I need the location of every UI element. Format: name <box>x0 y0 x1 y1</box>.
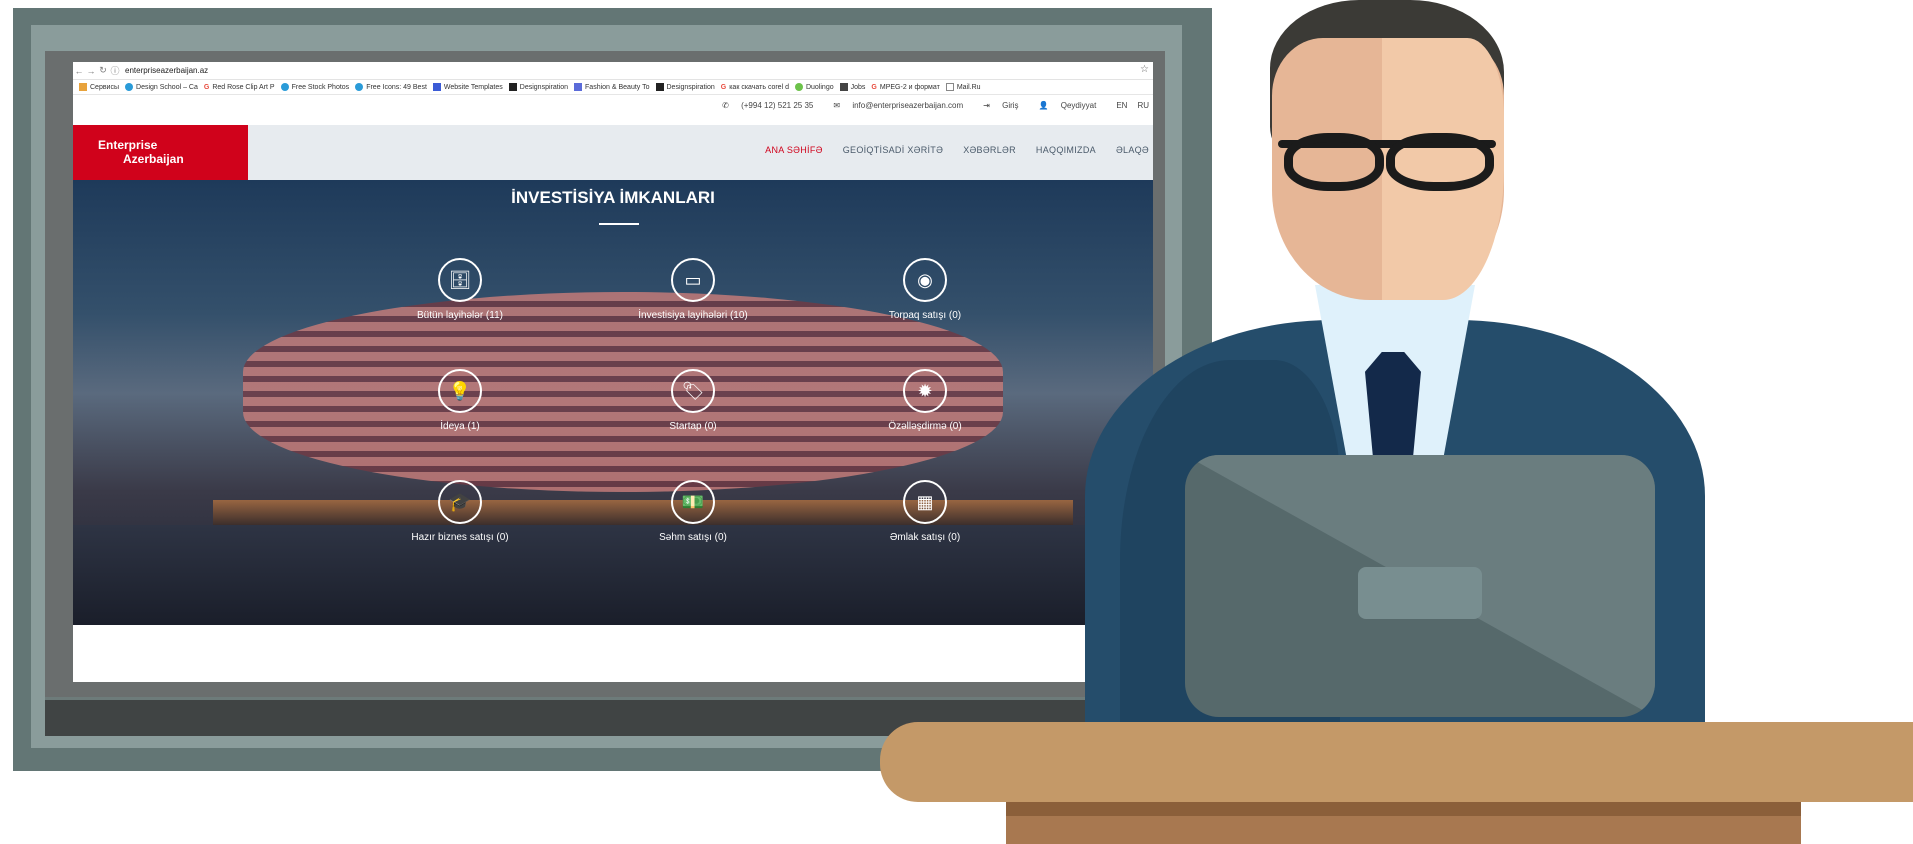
category-business-sale[interactable]: 🎓 Hazır biznes satışı (0) <box>370 480 550 543</box>
google-icon: G <box>203 83 210 91</box>
bookmark-item[interactable]: Free Stock Photos <box>280 83 349 91</box>
page-icon <box>945 83 954 91</box>
building-icon: ▦ <box>903 480 947 524</box>
badge-icon: ✹ <box>903 369 947 413</box>
category-investment-projects[interactable]: ▭ İnvestisiya layihələri (10) <box>603 258 783 321</box>
site-icon <box>432 83 441 91</box>
category-label: Səhm satışı (0) <box>659 532 727 543</box>
bookmark-item[interactable]: Website Templates <box>432 83 503 91</box>
phone-icon: ✆ <box>722 101 732 110</box>
site-icon <box>355 83 364 91</box>
email-link[interactable]: ✉ info@enterpriseazerbaijan.com <box>833 101 973 110</box>
desk-top <box>880 722 1913 802</box>
bookmark-services[interactable]: Сервисы <box>79 83 119 91</box>
phone-link[interactable]: ✆ (+994 12) 521 25 35 <box>722 101 823 110</box>
forward-icon[interactable]: → <box>85 66 97 76</box>
info-icon: ⓘ <box>110 66 120 76</box>
bookmark-star-icon[interactable]: ☆ <box>1140 64 1149 75</box>
desk-edge <box>1006 802 1801 816</box>
category-label: Torpaq satışı (0) <box>888 310 962 321</box>
globe-icon: ◉ <box>903 258 947 302</box>
site-icon <box>508 83 517 91</box>
bookmark-item[interactable]: Jobs <box>839 83 865 91</box>
man-tie <box>1365 352 1421 462</box>
google-icon: G <box>871 83 877 91</box>
lang-en[interactable]: EN <box>1116 101 1127 110</box>
tag-icon: 🏷 <box>671 369 715 413</box>
nav-home[interactable]: ANA SƏHİFƏ <box>765 145 823 155</box>
bookmark-item[interactable]: Free Icons: 49 Best <box>355 83 427 91</box>
lightbulb-icon: 💡 <box>438 369 482 413</box>
nav-geo-map[interactable]: GEOİQTİSADİ XƏRİTƏ <box>843 145 943 155</box>
hero-title: İNVESTİSİYA İMKANLARI <box>511 188 715 207</box>
glasses-left-lens <box>1284 133 1384 191</box>
bookmark-item[interactable]: G Red Rose Clip Art P <box>204 84 275 91</box>
bookmark-item[interactable]: Gкак скачать corel d <box>721 84 789 91</box>
register-link[interactable]: 👤 Qeydiyyat <box>1039 101 1107 110</box>
bookmark-item[interactable]: Mail.Ru <box>945 83 981 91</box>
browser-screen: ← → ↻ ⓘ enterpriseazerbaijan.az ☆ Сервис… <box>73 62 1153 682</box>
site-icon <box>574 83 583 91</box>
site-icon <box>280 83 289 91</box>
title-underline <box>599 223 639 225</box>
database-icon: 🗄 <box>438 258 482 302</box>
back-icon[interactable]: ← <box>73 66 85 76</box>
duolingo-icon <box>794 83 803 91</box>
site-header: Enterprise Azerbaijan ANA SƏHİFƏ GEOİQTİ… <box>73 125 1153 180</box>
graduation-cap-icon: 🎓 <box>438 480 482 524</box>
reload-icon[interactable]: ↻ <box>97 65 109 76</box>
site-icon <box>125 83 134 91</box>
bookmark-item[interactable]: Design School – Ca <box>125 83 198 91</box>
category-label: Hazır biznes satışı (0) <box>411 532 509 543</box>
sign-in-icon: ⇥ <box>983 101 993 110</box>
logo-line-2: Azerbaijan <box>123 152 184 166</box>
bookmark-item[interactable]: Fashion & Beauty To <box>574 83 650 91</box>
site-logo[interactable]: Enterprise Azerbaijan <box>73 125 248 180</box>
nav-contact[interactable]: ƏLAQƏ <box>1116 145 1149 155</box>
bookmark-item[interactable]: Designspiration <box>655 83 715 91</box>
main-nav: ANA SƏHİFƏ GEOİQTİSADİ XƏRİTƏ XƏBƏRLƏR H… <box>745 145 1149 155</box>
envelope-icon: ✉ <box>833 101 843 110</box>
site-icon <box>655 83 664 91</box>
url-field[interactable]: enterpriseazerbaijan.az <box>125 66 208 75</box>
category-land-sale[interactable]: ◉ Torpaq satışı (0) <box>835 258 1015 321</box>
category-label: Əmlak satışı (0) <box>889 532 961 543</box>
category-share-sale[interactable]: 💵 Səhm satışı (0) <box>603 480 783 543</box>
apps-icon <box>79 83 87 91</box>
category-label: Özəlləşdirmə (0) <box>888 421 962 432</box>
category-label: İnvestisiya layihələri (10) <box>638 310 748 321</box>
category-startup[interactable]: 🏷 Startap (0) <box>603 369 783 432</box>
lang-ru[interactable]: RU <box>1137 101 1149 110</box>
nav-news[interactable]: XƏBƏRLƏR <box>963 145 1016 155</box>
bookmarks-bar: Сервисы Design School – Ca G Red Rose Cli… <box>73 80 1153 95</box>
google-icon: G <box>720 83 727 91</box>
laptop-logo <box>1358 567 1482 619</box>
category-privatization[interactable]: ✹ Özəlləşdirmə (0) <box>835 369 1015 432</box>
bookmark-item[interactable]: Designspiration <box>508 83 568 91</box>
money-bill-icon: 💵 <box>671 480 715 524</box>
desk-front <box>1006 816 1801 844</box>
category-label: İdeya (1) <box>440 421 480 432</box>
category-idea[interactable]: 💡 İdeya (1) <box>370 369 550 432</box>
bookmark-item[interactable]: Duolingo <box>794 83 834 91</box>
nav-about[interactable]: HAQQIMIZDA <box>1036 145 1096 155</box>
glasses-right-lens <box>1386 133 1494 191</box>
credit-card-icon: ▭ <box>671 258 715 302</box>
bookmark-item[interactable]: G MPEG-2 и формат <box>871 84 939 91</box>
category-all-projects[interactable]: 🗄 Bütün layihələr (11) <box>370 258 550 321</box>
top-contact-strip: ✆ (+994 12) 521 25 35 ✉ info@enterprisea… <box>73 96 1153 115</box>
category-label: Startap (0) <box>669 421 717 432</box>
login-link[interactable]: ⇥ Giriş <box>983 101 1028 110</box>
address-bar: ← → ↻ ⓘ enterpriseazerbaijan.az ☆ <box>73 62 1153 80</box>
logo-line-1: Enterprise <box>98 138 158 152</box>
laptop <box>1185 455 1655 717</box>
site-icon <box>839 83 848 91</box>
user-icon: 👤 <box>1038 101 1051 110</box>
category-label: Bütün layihələr (11) <box>417 310 503 321</box>
hero-section: İNVESTİSİYA İMKANLARI 🗄 Bütün layihələr … <box>73 180 1153 625</box>
category-property-sale[interactable]: ▦ Əmlak satışı (0) <box>835 480 1015 543</box>
